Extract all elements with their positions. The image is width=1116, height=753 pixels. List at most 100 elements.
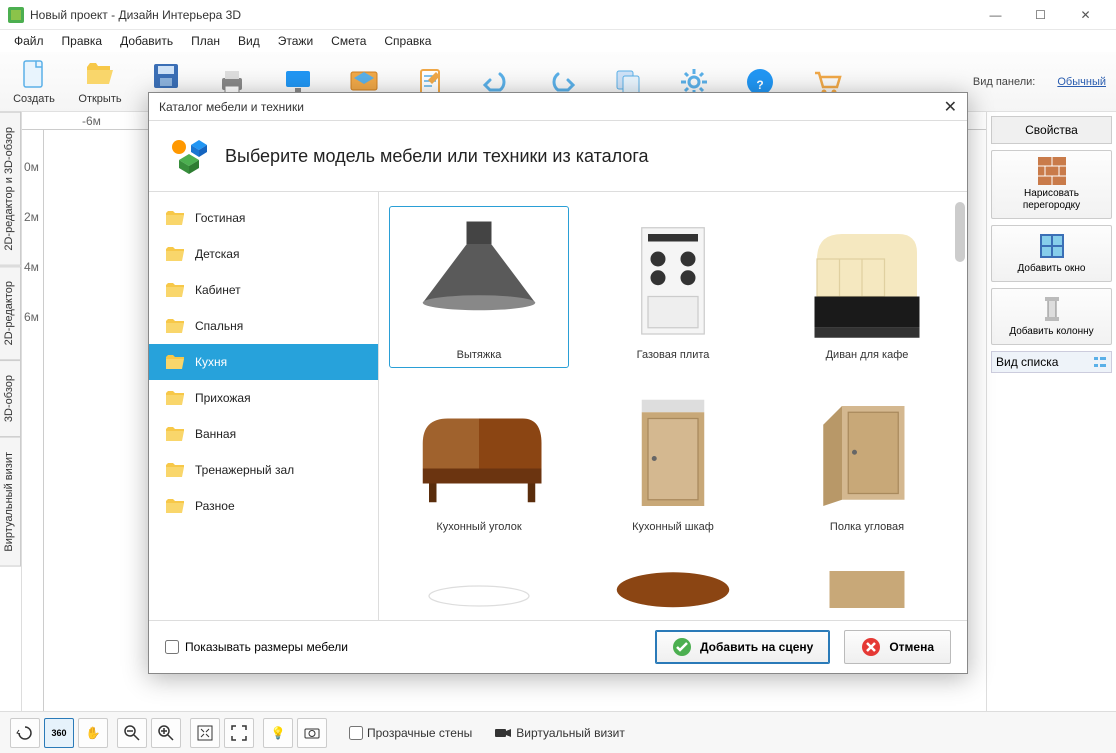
menu-view[interactable]: Вид — [230, 31, 268, 51]
item-label: Полка угловая — [830, 521, 904, 533]
folder-icon — [165, 210, 185, 226]
transparent-walls-checkbox[interactable]: Прозрачные стены — [349, 726, 472, 740]
category-label: Детская — [195, 247, 239, 261]
tab-3d[interactable]: 3D-обзор — [0, 360, 21, 437]
catalog-item[interactable]: Кухонный уголок — [389, 378, 569, 540]
tab-2d[interactable]: 2D-редактор — [0, 266, 21, 360]
item-thumbnail — [404, 385, 554, 515]
catalog-item[interactable]: Полка угловая — [777, 378, 957, 540]
zoom-out-icon — [123, 724, 141, 742]
scrollbar-thumb[interactable] — [955, 202, 965, 262]
dialog-heading: Выберите модель мебели или техники из ка… — [225, 146, 649, 167]
folder-open-icon — [84, 59, 116, 91]
app-icon — [8, 7, 24, 23]
category-label: Кабинет — [195, 283, 241, 297]
camera-button[interactable] — [297, 718, 327, 748]
menu-floors[interactable]: Этажи — [270, 31, 321, 51]
menu-plan[interactable]: План — [183, 31, 228, 51]
360-button[interactable]: 360 — [44, 718, 74, 748]
item-thumbnail — [792, 557, 942, 597]
add-window-button[interactable]: Добавить окно — [991, 225, 1112, 282]
category-item[interactable]: Тренажерный зал — [149, 452, 378, 488]
cancel-button[interactable]: Отмена — [844, 630, 951, 664]
folder-icon — [165, 282, 185, 298]
folder-icon — [165, 426, 185, 442]
category-item[interactable]: Прихожая — [149, 380, 378, 416]
maximize-button[interactable]: ☐ — [1018, 0, 1063, 30]
properties-tab[interactable]: Свойства — [991, 116, 1112, 144]
open-button[interactable]: Открыть — [76, 59, 124, 105]
virtual-visit-checkbox[interactable]: Виртуальный визит — [494, 726, 625, 740]
expand-button[interactable] — [224, 718, 254, 748]
category-item[interactable]: Кухня — [149, 344, 378, 380]
close-button[interactable]: ✕ — [1063, 0, 1108, 30]
catalog-item[interactable] — [777, 550, 957, 604]
zoom-out-button[interactable] — [117, 718, 147, 748]
zoom-in-icon — [157, 724, 175, 742]
pan-button[interactable]: ✋ — [78, 718, 108, 748]
dialog-footer: Показывать размеры мебели Добавить на сц… — [149, 621, 967, 673]
category-item[interactable]: Гостиная — [149, 200, 378, 236]
folder-icon — [165, 390, 185, 406]
rotate-button[interactable] — [10, 718, 40, 748]
dialog-close-button[interactable]: ✕ — [944, 97, 957, 117]
folder-icon — [165, 498, 185, 514]
category-label: Разное — [195, 499, 235, 513]
minimize-button[interactable]: — — [973, 0, 1018, 30]
save-icon — [150, 60, 182, 92]
tab-virtual[interactable]: Виртуальный визит — [0, 437, 21, 567]
menu-estimate[interactable]: Смета — [323, 31, 374, 51]
panel-mode-label: Вид панели: — [973, 76, 1035, 88]
category-label: Тренажерный зал — [195, 463, 294, 477]
category-label: Спальня — [195, 319, 243, 333]
menu-file[interactable]: Файл — [6, 31, 52, 51]
category-item[interactable]: Детская — [149, 236, 378, 272]
catalog-icon — [169, 135, 211, 177]
folder-icon — [165, 246, 185, 262]
zoom-in-button[interactable] — [151, 718, 181, 748]
cancel-icon — [861, 637, 881, 657]
tab-2d-3d[interactable]: 2D-редактор и 3D-обзор — [0, 112, 21, 266]
check-icon — [672, 637, 692, 657]
list-view-label[interactable]: Вид списка — [991, 351, 1112, 373]
column-icon — [1038, 295, 1066, 323]
item-thumbnail — [598, 557, 748, 597]
panel-mode-link[interactable]: Обычный — [1057, 76, 1106, 88]
folder-icon — [165, 462, 185, 478]
item-thumbnail — [598, 213, 748, 343]
catalog-item[interactable]: Вытяжка — [389, 206, 569, 368]
category-item[interactable]: Разное — [149, 488, 378, 524]
window-icon — [1038, 232, 1066, 260]
catalog-item[interactable] — [583, 550, 763, 604]
light-button[interactable]: 💡 — [263, 718, 293, 748]
item-grid: ВытяжкаГазовая плитаДиван для кафе Кухонн… — [379, 192, 967, 620]
menu-edit[interactable]: Правка — [54, 31, 111, 51]
menu-help[interactable]: Справка — [376, 31, 439, 51]
bottombar: 360 ✋ 💡 Прозрачные стены Виртуальный виз… — [0, 711, 1116, 753]
menu-add[interactable]: Добавить — [112, 31, 181, 51]
catalog-item[interactable]: Газовая плита — [583, 206, 763, 368]
item-thumbnail — [404, 557, 554, 597]
item-thumbnail — [598, 385, 748, 515]
new-file-icon — [18, 59, 50, 91]
category-item[interactable]: Ванная — [149, 416, 378, 452]
category-label: Ванная — [195, 427, 236, 441]
hand-icon: ✋ — [86, 726, 101, 740]
ruler-vertical: 0м 2м 4м 6м — [22, 130, 44, 711]
camera-icon — [303, 724, 321, 742]
item-label: Кухонный шкаф — [632, 521, 714, 533]
create-button[interactable]: Создать — [10, 59, 58, 105]
catalog-item[interactable]: Кухонный шкаф — [583, 378, 763, 540]
360-icon: 360 — [51, 728, 66, 738]
catalog-item[interactable]: Диван для кафе — [777, 206, 957, 368]
fit-button[interactable] — [190, 718, 220, 748]
category-item[interactable]: Спальня — [149, 308, 378, 344]
dialog-header: Выберите модель мебели или техники из ка… — [149, 121, 967, 191]
add-to-scene-button[interactable]: Добавить на сцену — [655, 630, 830, 664]
add-column-button[interactable]: Добавить колонну — [991, 288, 1112, 345]
draw-partition-button[interactable]: Нарисовать перегородку — [991, 150, 1112, 219]
category-item[interactable]: Кабинет — [149, 272, 378, 308]
show-sizes-checkbox[interactable]: Показывать размеры мебели — [165, 640, 348, 654]
dialog-title: Каталог мебели и техники — [159, 100, 304, 114]
catalog-item[interactable] — [389, 550, 569, 604]
